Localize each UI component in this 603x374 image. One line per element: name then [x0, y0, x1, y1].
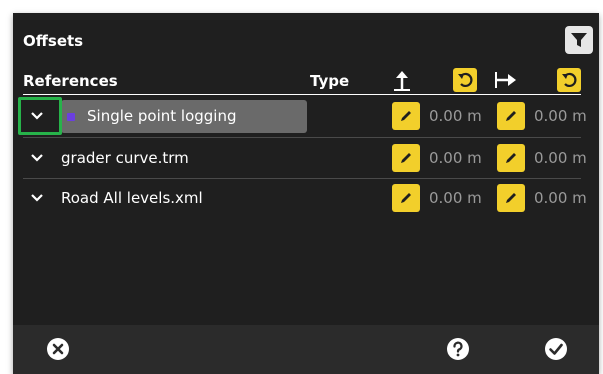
pencil-icon [506, 111, 516, 121]
references-header: References [23, 72, 118, 90]
arrow-right-icon [495, 72, 516, 88]
edit-horizontal-offset-button[interactable] [497, 184, 525, 212]
reference-color-marker [67, 113, 75, 121]
edit-horizontal-offset-button[interactable] [497, 144, 525, 172]
pencil-icon [401, 193, 411, 203]
reference-name[interactable]: grader curve.trm [61, 149, 189, 167]
edit-vertical-offset-button[interactable] [392, 184, 420, 212]
type-header: Type [310, 72, 350, 90]
horizontal-undo-button[interactable] [557, 68, 581, 92]
pencil-icon [401, 153, 411, 163]
help-icon [447, 338, 469, 360]
chevron-down-icon [31, 154, 43, 162]
pencil-icon [401, 111, 411, 121]
edit-vertical-offset-button[interactable] [392, 102, 420, 130]
horizontal-offset-value: 0.00 m [534, 107, 587, 125]
reference-row: grader curve.trm 0.00 m 0.00 m [13, 139, 599, 177]
row-divider [23, 137, 581, 138]
cancel-icon [47, 338, 69, 360]
filter-button[interactable] [565, 26, 593, 54]
expand-toggle[interactable] [27, 106, 47, 126]
vertical-offset-value: 0.00 m [429, 189, 482, 207]
vertical-offset-value: 0.00 m [429, 149, 482, 167]
horizontal-offset-header [494, 68, 518, 92]
chevron-down-icon [31, 194, 43, 202]
arrow-up-icon [394, 71, 410, 91]
filter-icon [571, 33, 587, 47]
undo-icon [562, 72, 577, 87]
expand-toggle[interactable] [27, 148, 47, 168]
reference-row: Road All levels.xml 0.00 m 0.00 m [13, 179, 599, 217]
header-divider [23, 94, 581, 95]
dialog-title: Offsets [23, 32, 84, 50]
vertical-offset-header [390, 68, 414, 92]
cancel-button[interactable] [45, 336, 71, 362]
pencil-icon [506, 193, 516, 203]
vertical-offset-value: 0.00 m [429, 107, 482, 125]
reference-name[interactable]: Road All levels.xml [61, 189, 203, 207]
reference-row: Single point logging 0.00 m 0.00 m [13, 97, 599, 135]
pencil-icon [506, 153, 516, 163]
horizontal-offset-value: 0.00 m [534, 189, 587, 207]
offsets-dialog: Offsets References Type Single point log… [13, 13, 599, 374]
help-button[interactable] [445, 336, 471, 362]
edit-vertical-offset-button[interactable] [392, 144, 420, 172]
dialog-footer [13, 325, 599, 374]
horizontal-offset-value: 0.00 m [534, 149, 587, 167]
reference-name[interactable]: Single point logging [87, 107, 237, 125]
accept-icon [545, 338, 567, 360]
undo-icon [458, 72, 473, 87]
accept-button[interactable] [543, 336, 569, 362]
edit-horizontal-offset-button[interactable] [497, 102, 525, 130]
chevron-down-icon [31, 112, 43, 120]
vertical-undo-button[interactable] [453, 68, 477, 92]
expand-toggle[interactable] [27, 188, 47, 208]
